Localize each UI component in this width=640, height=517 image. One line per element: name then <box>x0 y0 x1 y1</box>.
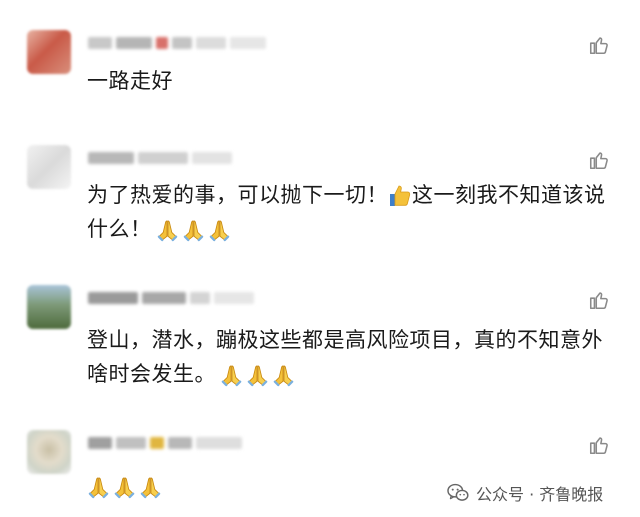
folded-hands-emoji <box>88 476 109 498</box>
watermark: 公众号 · 齐鲁晚报 <box>447 481 603 505</box>
wechat-logo-icon <box>447 483 469 501</box>
username-blurred <box>88 36 266 50</box>
avatar[interactable] <box>27 30 71 74</box>
comment-item: 为了热爱的事，可以抛下一切！ 这一刻我不知道该说什么！ <box>0 145 640 255</box>
like-icon[interactable] <box>587 34 611 56</box>
watermark-label: 公众号 · 齐鲁晚报 <box>476 485 604 504</box>
emoji-row <box>87 476 162 499</box>
thumbs-up-emoji <box>390 185 411 206</box>
folded-hands-emoji <box>221 364 242 386</box>
avatar[interactable] <box>27 145 71 189</box>
folded-hands-emoji <box>114 476 135 498</box>
folded-hands-emoji <box>273 364 294 386</box>
avatar[interactable] <box>27 430 71 474</box>
like-icon[interactable] <box>587 434 611 456</box>
folded-hands-emoji <box>157 219 177 241</box>
comment-text-part: 登山，潜水，蹦极这些都是高风险项目，真的不知意外啥时会发生。 <box>87 328 603 386</box>
comment-item: 登山，潜水，蹦极这些都是高风险项目，真的不知意外啥时会发生。 <box>0 285 640 395</box>
comment-item: 一路走好 <box>0 30 640 120</box>
folded-hands-emoji <box>140 476 161 498</box>
emoji-row <box>220 364 295 387</box>
username-blurred <box>88 151 232 165</box>
folded-hands-emoji <box>247 364 268 386</box>
username-blurred <box>88 291 254 305</box>
emoji-row <box>156 219 231 242</box>
folded-hands-emoji <box>183 219 203 241</box>
username-blurred <box>88 436 242 450</box>
folded-hands-emoji <box>209 219 229 241</box>
like-icon[interactable] <box>587 149 611 171</box>
comment-text: 为了热爱的事，可以抛下一切！ 这一刻我不知道该说什么！ <box>87 178 617 246</box>
comment-text-part: 为了热爱的事，可以抛下一切！ <box>87 183 388 207</box>
comment-text: 一路走好 <box>87 69 173 93</box>
comment-text: 登山，潜水，蹦极这些都是高风险项目，真的不知意外啥时会发生。 <box>87 323 617 391</box>
like-icon[interactable] <box>587 289 611 311</box>
avatar[interactable] <box>27 285 71 329</box>
